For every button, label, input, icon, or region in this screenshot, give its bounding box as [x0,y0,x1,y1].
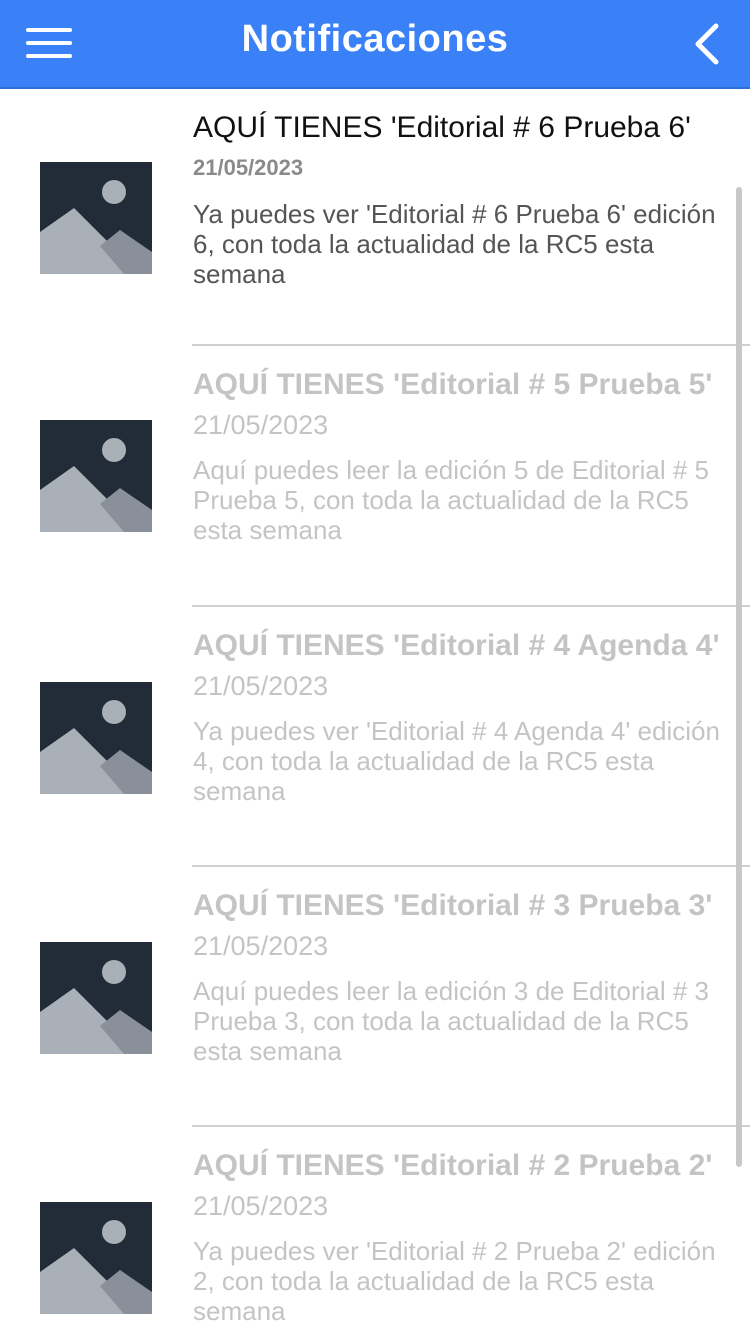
image-placeholder-icon [40,420,152,532]
notification-body: Aquí puedes leer la edición 5 de Editori… [193,455,710,545]
image-placeholder-icon [40,1202,152,1314]
scrollbar[interactable] [736,187,742,1167]
notification-title: AQUÍ TIENES 'Editorial # 5 Prueba 5' [193,368,713,401]
notification-date: 21/05/2023 [193,931,329,961]
notification-title: AQUÍ TIENES 'Editorial # 2 Prueba 2' [193,1149,713,1182]
notification-item[interactable]: AQUÍ TIENES 'Editorial # 2 Prueba 2' 21/… [0,1127,750,1334]
notification-date: 21/05/2023 [193,1191,329,1221]
notification-item[interactable]: AQUÍ TIENES 'Editorial # 4 Agenda 4' 21/… [0,607,750,866]
notification-title: AQUÍ TIENES 'Editorial # 4 Agenda 4' [193,629,720,662]
notification-list: AQUÍ TIENES 'Editorial # 6 Prueba 6' 21/… [0,89,750,1334]
notification-item[interactable]: AQUÍ TIENES 'Editorial # 3 Prueba 3' 21/… [0,867,750,1126]
notification-body: Ya puedes ver 'Editorial # 2 Prueba 2' e… [193,1236,716,1326]
app-header: Notificaciones [0,0,750,89]
image-placeholder-icon [40,682,152,794]
notification-body: Ya puedes ver 'Editorial # 4 Agenda 4' e… [193,716,720,806]
notification-body: Ya puedes ver 'Editorial # 6 Prueba 6' e… [193,199,716,289]
notification-body: Aquí puedes leer la edición 3 de Editori… [193,976,710,1066]
notification-item[interactable]: AQUÍ TIENES 'Editorial # 6 Prueba 6' 21/… [0,89,750,345]
chevron-left-icon[interactable] [690,22,726,66]
notification-date: 21/05/2023 [193,155,304,180]
image-placeholder-icon [40,942,152,1054]
notification-title: AQUÍ TIENES 'Editorial # 6 Prueba 6' [193,111,691,144]
image-placeholder-icon [40,162,152,274]
page-title: Notificaciones [241,18,509,60]
notification-item[interactable]: AQUÍ TIENES 'Editorial # 5 Prueba 5' 21/… [0,346,750,605]
notification-date: 21/05/2023 [193,671,329,701]
notification-date: 21/05/2023 [193,410,329,440]
notification-title: AQUÍ TIENES 'Editorial # 3 Prueba 3' [193,889,713,922]
